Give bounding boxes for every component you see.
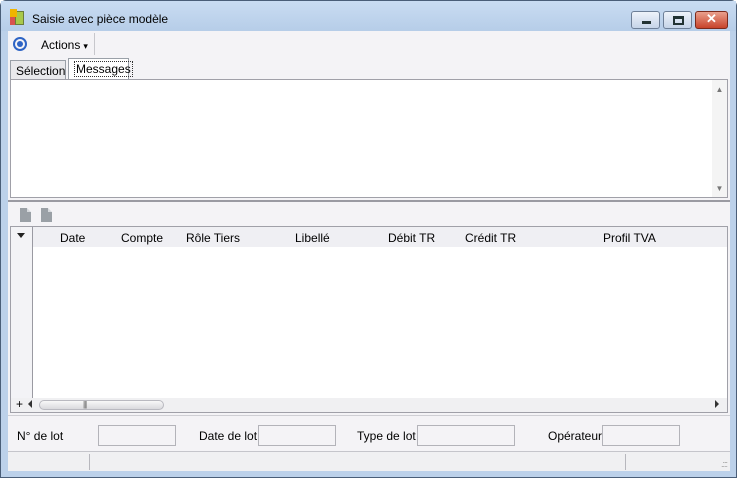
- scroll-right-icon[interactable]: [715, 400, 719, 408]
- entries-grid[interactable]: Date Compte Rôle Tiers Libellé Débit TR …: [10, 226, 728, 413]
- app-window: Saisie avec pièce modèle ✕ Actions ▾ Séle…: [0, 0, 737, 478]
- status-separator: [89, 454, 90, 470]
- target-icon[interactable]: [13, 37, 27, 51]
- grid-toolbar: [8, 204, 730, 226]
- lot-info-row: N° de lot Date de lot Type de lot Opérat…: [8, 424, 730, 448]
- lot-type-label: Type de lot: [357, 429, 416, 443]
- maximize-button[interactable]: [663, 11, 692, 29]
- app-icon: [10, 9, 26, 25]
- toolbar-separator: [94, 33, 95, 55]
- document-icon[interactable]: [41, 208, 52, 222]
- window-client-area: Actions ▾ Sélection Messages ▲ ▼ Date Co…: [8, 31, 730, 471]
- grid-horizontal-scrollbar[interactable]: + |||: [11, 397, 727, 412]
- lot-date-field[interactable]: [258, 425, 336, 446]
- add-row-icon[interactable]: +: [16, 397, 23, 411]
- column-header-libelle[interactable]: Libellé: [295, 231, 330, 245]
- window-title: Saisie avec pièce modèle: [32, 12, 169, 26]
- tab-selection[interactable]: Sélection: [10, 60, 66, 79]
- scroll-left-icon[interactable]: [28, 400, 32, 408]
- status-bar: .:::: [8, 451, 730, 471]
- splitter[interactable]: [8, 200, 730, 202]
- actions-menu-button[interactable]: Actions ▾: [41, 38, 88, 52]
- actions-label: Actions: [41, 38, 81, 52]
- grid-header: Date Compte Rôle Tiers Libellé Débit TR …: [11, 227, 727, 247]
- lot-number-field[interactable]: [98, 425, 176, 446]
- tab-messages-label: Messages: [74, 61, 133, 77]
- chevron-down-icon: ▾: [83, 41, 88, 51]
- column-header-profil-tva[interactable]: Profil TVA: [603, 231, 656, 245]
- scroll-thumb-grip: |||: [83, 400, 87, 409]
- column-header-compte[interactable]: Compte: [121, 231, 163, 245]
- grid-row-header: [11, 227, 33, 398]
- minimize-icon: [642, 21, 651, 24]
- close-icon: ✕: [706, 11, 717, 26]
- column-chooser-icon[interactable]: [17, 233, 25, 238]
- messages-textarea[interactable]: ▲ ▼: [10, 79, 728, 198]
- column-header-credit-tr[interactable]: Crédit TR: [465, 231, 516, 245]
- tab-selection-label: Sélection: [16, 64, 66, 78]
- column-header-debit-tr[interactable]: Débit TR: [388, 231, 435, 245]
- tab-messages[interactable]: Messages: [68, 58, 133, 79]
- close-button[interactable]: ✕: [695, 11, 728, 29]
- operator-label: Opérateur: [548, 429, 603, 443]
- column-header-date[interactable]: Date: [60, 231, 85, 245]
- footer-divider: [8, 415, 730, 416]
- lot-type-field[interactable]: [417, 425, 515, 446]
- status-separator: [625, 454, 626, 470]
- lot-number-label: N° de lot: [17, 429, 64, 443]
- minimize-button[interactable]: [631, 11, 660, 29]
- main-toolbar: Actions ▾: [8, 31, 730, 58]
- messages-vertical-scrollbar[interactable]: ▲ ▼: [712, 80, 727, 197]
- title-bar[interactable]: Saisie avec pièce modèle ✕: [1, 1, 736, 31]
- scroll-up-icon[interactable]: ▲: [712, 85, 727, 94]
- maximize-icon: [673, 16, 684, 25]
- scroll-thumb[interactable]: [39, 400, 164, 410]
- lot-date-label: Date de lot: [199, 429, 258, 443]
- operator-field[interactable]: [602, 425, 680, 446]
- column-header-role-tiers[interactable]: Rôle Tiers: [186, 231, 240, 245]
- resize-grip-icon[interactable]: .:::: [721, 459, 728, 469]
- scroll-down-icon[interactable]: ▼: [712, 184, 727, 193]
- new-document-icon[interactable]: [20, 208, 31, 222]
